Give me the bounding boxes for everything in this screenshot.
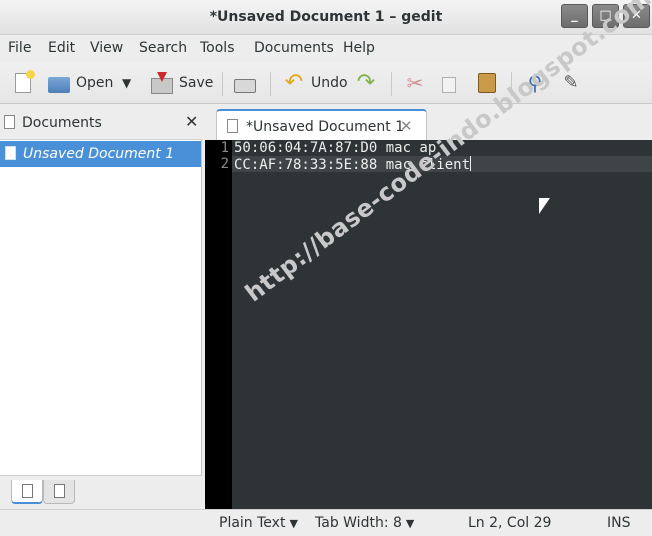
toolbar-separator [270,72,271,96]
tab-width-selector[interactable]: Tab Width: 8 ▼ [315,515,414,531]
cursor-position: Ln 2, Col 29 [468,515,552,531]
menu-file[interactable]: File [8,40,31,56]
toolbar-separator [391,72,392,96]
side-panel: Documents ✕ Unsaved Document 1 [0,105,202,509]
line-number: 1 [220,140,229,156]
undo-label: Undo [311,75,348,91]
open-label: Open [76,75,114,91]
menu-search[interactable]: Search [139,40,187,56]
clipboard-icon [478,73,496,93]
chevron-down-icon: ▼ [122,76,132,90]
undo-icon: ↶ [284,70,304,95]
mouse-pointer-icon [539,198,550,214]
paste-button[interactable] [478,70,496,96]
document-icon [5,146,16,160]
redo-button[interactable]: ↷ [355,70,377,96]
cut-button[interactable]: ✂ [404,70,426,96]
open-button[interactable]: Open [48,70,113,96]
tab-width-value: 8 [393,515,402,531]
new-document-icon [15,70,35,93]
text-line: 50:06:04:7A:87:D0 mac ap [234,140,437,156]
undo-button[interactable]: ↶ Undo [283,70,348,96]
scissors-icon: ✂ [406,71,424,95]
window-title: *Unsaved Document 1 – gedit [209,9,443,25]
menu-help[interactable]: Help [343,40,375,56]
new-document-button[interactable] [12,70,35,96]
copy-button[interactable] [442,70,456,96]
redo-icon: ↷ [356,70,376,95]
document-list-item-label: Unsaved Document 1 [23,146,175,162]
document-icon [4,115,15,129]
tab-label: *Unsaved Document 1 [246,119,405,135]
close-tab-icon[interactable]: ✕ [400,117,413,135]
language-label: Plain Text [219,515,286,531]
tab-width-label: Tab Width: [315,515,389,531]
insert-mode: INS [607,515,631,531]
menu-edit[interactable]: Edit [48,40,75,56]
line-number: 2 [220,156,229,172]
menu-documents[interactable]: Documents [254,40,334,56]
folder-icon [48,77,70,93]
language-selector[interactable]: Plain Text ▼ [219,515,298,531]
title-bar: *Unsaved Document 1 – gedit _ □ ✕ [0,0,652,35]
save-button[interactable]: Save [151,70,213,96]
chevron-down-icon: ▼ [405,517,415,530]
side-tab-browser[interactable] [43,480,75,504]
document-icon [22,484,33,498]
text-cursor [470,156,472,171]
document-list-item[interactable]: Unsaved Document 1 [0,141,201,167]
file-browser-icon [54,484,65,498]
toolbar-separator [222,72,223,96]
menu-view[interactable]: View [90,40,123,56]
menu-tools[interactable]: Tools [200,40,235,56]
copy-icon [442,76,456,93]
open-dropdown-button[interactable]: ▼ [122,70,131,96]
side-tab-documents[interactable] [11,480,43,504]
save-icon [151,72,173,94]
document-icon [227,119,238,133]
print-button[interactable] [234,70,256,96]
close-side-panel-icon[interactable]: ✕ [185,112,198,131]
side-panel-tabs [0,475,202,509]
status-bar: Plain Text ▼ Tab Width: 8 ▼ Ln 2, Col 29 I… [0,509,652,536]
tab-unsaved-document-1[interactable]: *Unsaved Document 1 ✕ [216,109,427,141]
chevron-down-icon: ▼ [289,517,298,530]
text-editor[interactable]: 1 2 50:06:04:7A:87:D0 mac ap CC:AF:78:33… [205,140,652,509]
side-panel-header: Documents ✕ [0,105,202,140]
side-panel-title: Documents [22,115,102,131]
save-label: Save [179,75,214,91]
line-number-gutter: 1 2 [205,140,232,509]
printer-icon [234,79,256,93]
document-tab-bar: *Unsaved Document 1 ✕ [205,105,652,141]
